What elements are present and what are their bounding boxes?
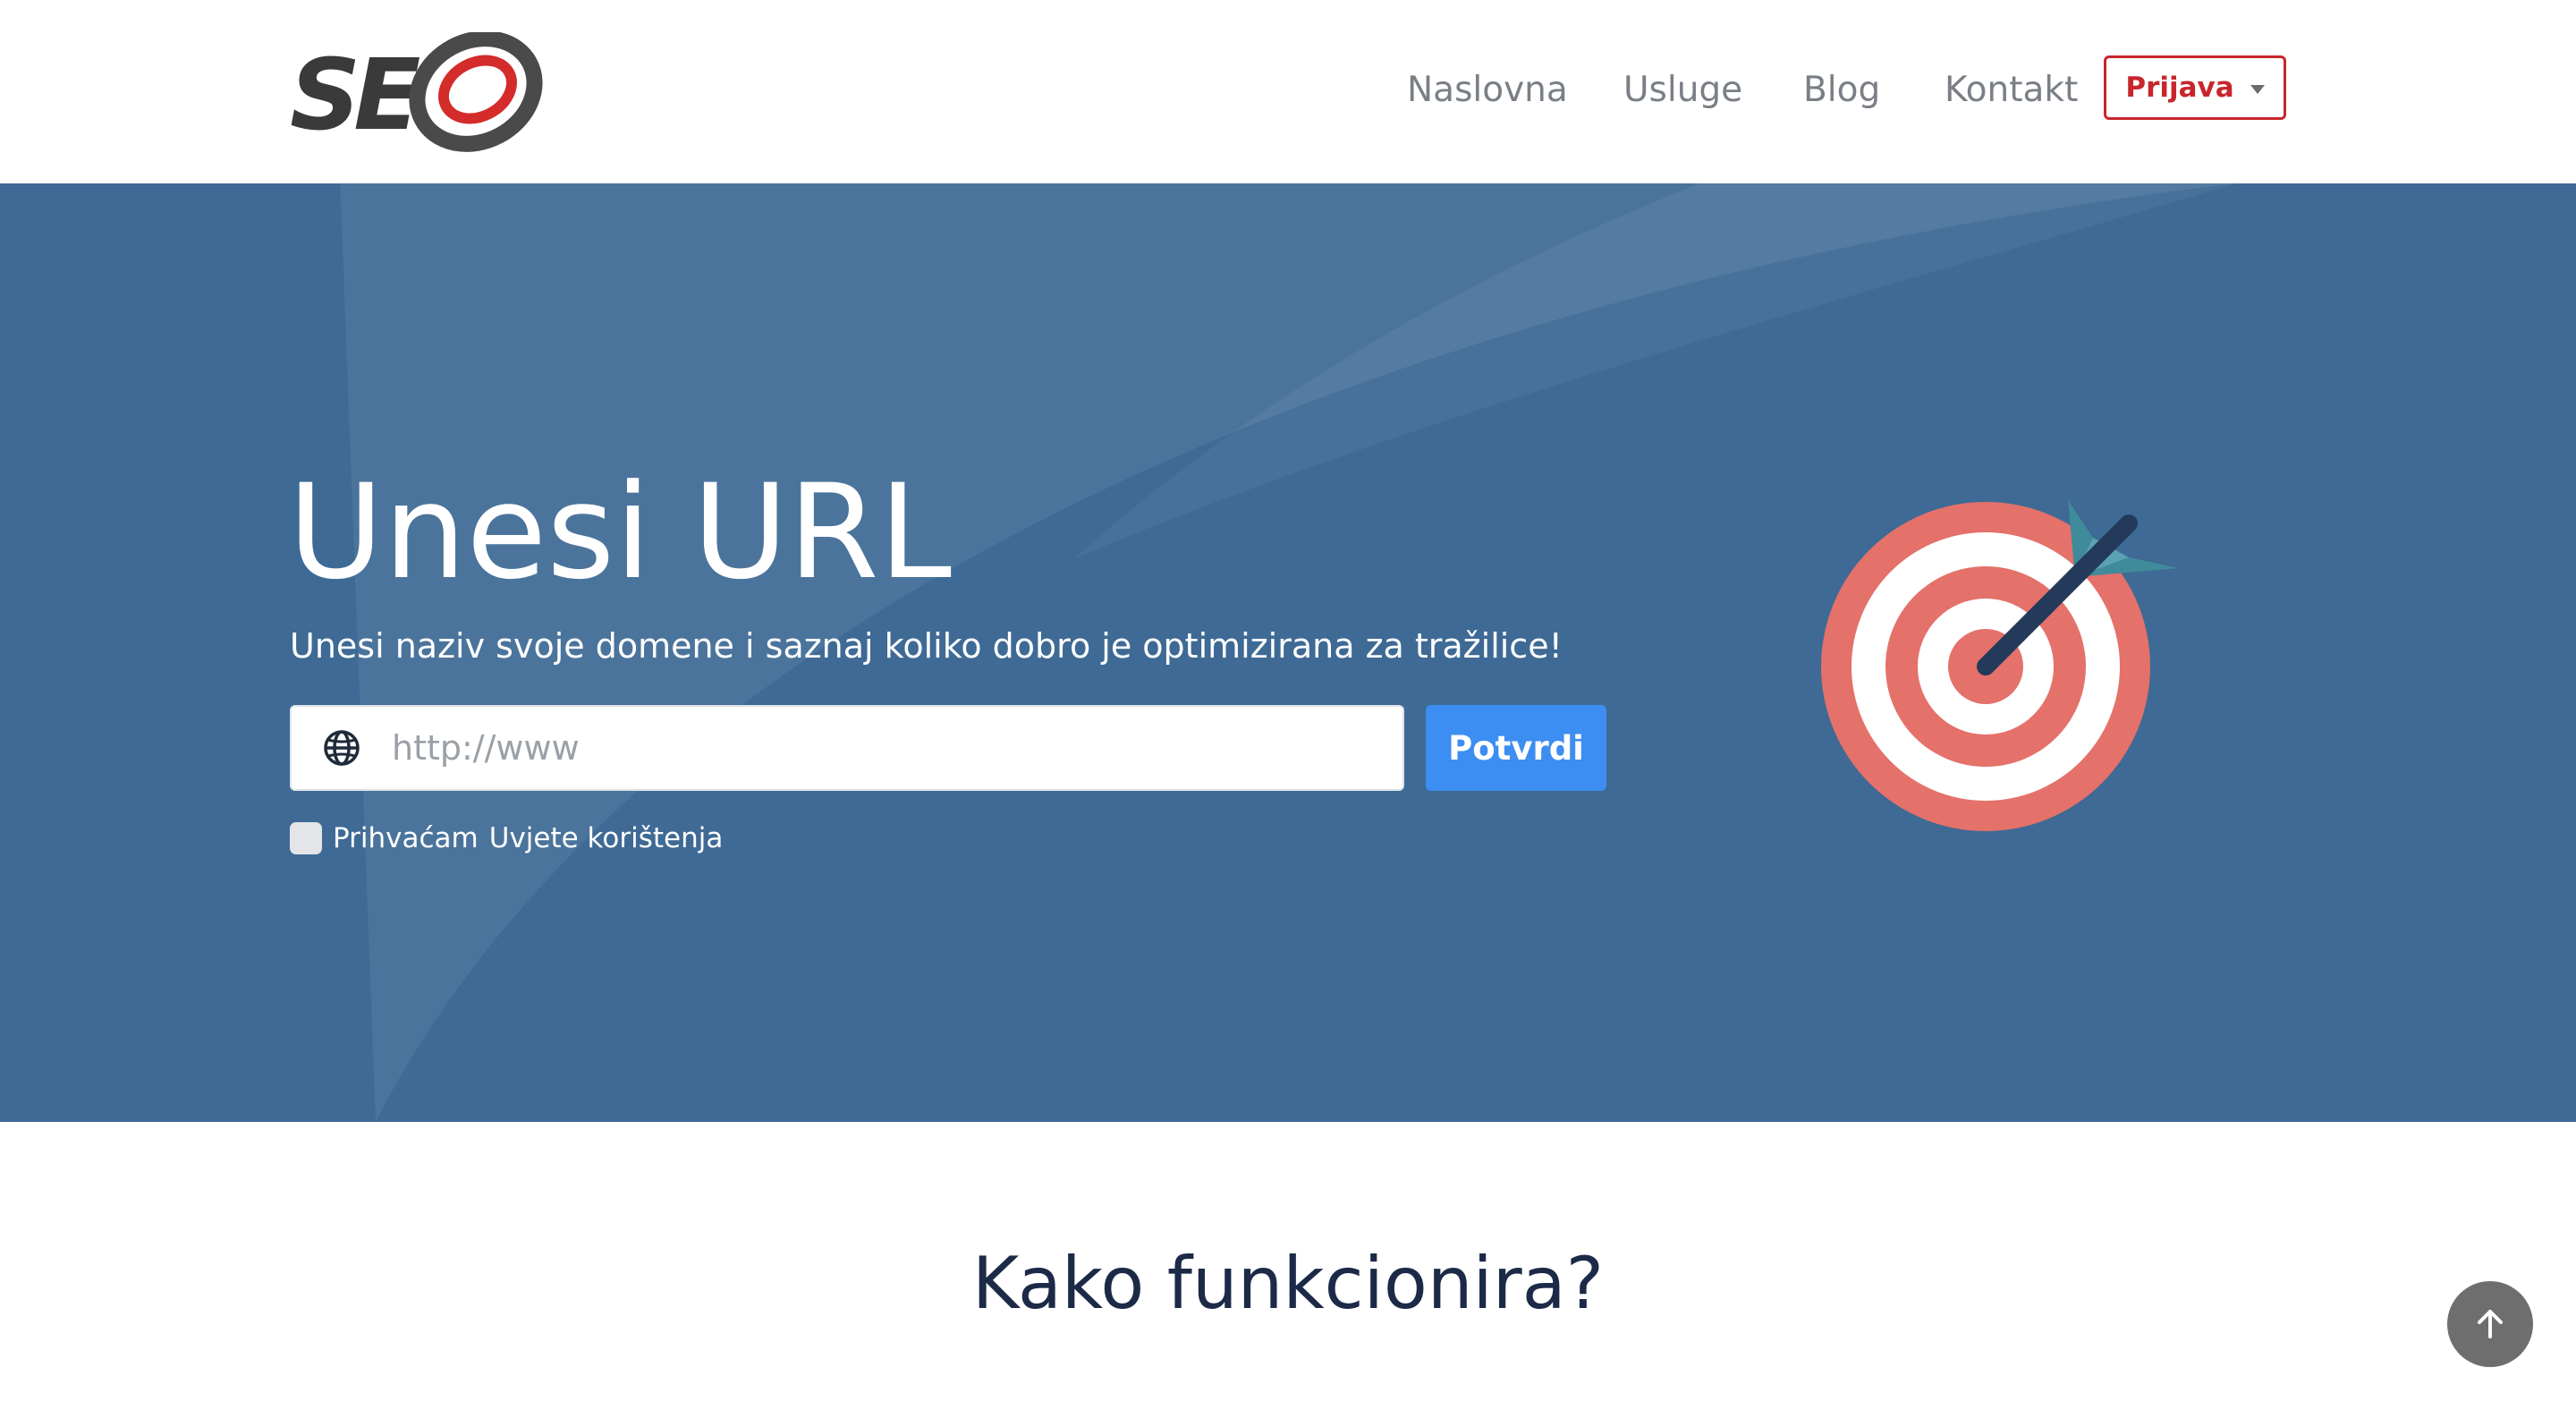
hero-title: Unesi URL <box>288 456 952 608</box>
submit-button[interactable]: Potvrdi <box>1426 705 1606 791</box>
login-label: Prijava <box>2125 72 2234 104</box>
login-dropdown-button[interactable]: Prijava <box>2104 55 2286 120</box>
svg-text:SE: SE <box>290 38 419 152</box>
terms-label: Prihvaćam <box>333 822 479 854</box>
hero-subtitle: Unesi naziv svoje domene i saznaj koliko… <box>290 626 1563 666</box>
target-icon <box>1821 500 2179 831</box>
nav-naslovna[interactable]: Naslovna <box>1407 68 1568 113</box>
section-title: Kako funkcionira? <box>971 1242 1605 1325</box>
nav-blog[interactable]: Blog <box>1803 68 1880 113</box>
url-input-group <box>290 705 1404 791</box>
url-input[interactable] <box>390 714 1383 782</box>
hero-section: Unesi URL Unesi naziv svoje domene i saz… <box>0 183 2576 1122</box>
nav-usluge[interactable]: Usluge <box>1623 68 1742 113</box>
caret-down-icon <box>2250 85 2265 94</box>
arrow-up-icon <box>2478 1310 2503 1338</box>
scroll-top-button[interactable] <box>2447 1281 2533 1367</box>
terms-link[interactable]: Uvjete korištenja <box>489 822 724 854</box>
globe-icon <box>324 730 360 766</box>
terms-row: Prihvaćam Uvjete korištenja <box>290 816 723 861</box>
nav-kontakt[interactable]: Kontakt <box>1945 68 2078 113</box>
terms-checkbox[interactable] <box>290 822 322 854</box>
site-header: SE Naslovna Usluge Blog Kontakt Prijava <box>0 0 2576 183</box>
seo-logo[interactable]: SE <box>288 32 547 152</box>
